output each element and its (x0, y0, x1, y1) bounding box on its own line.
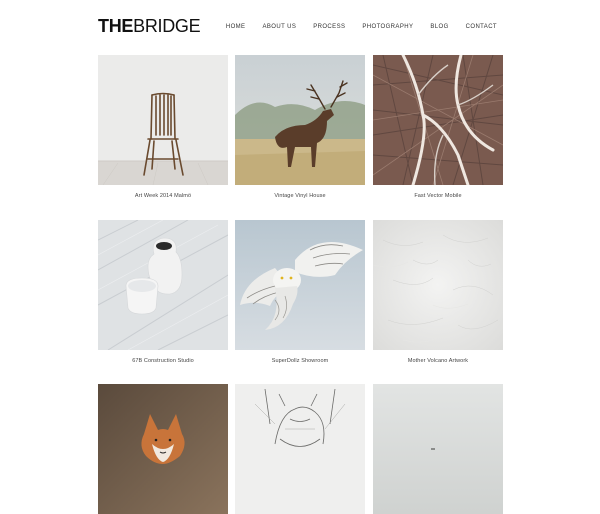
logo-bold-text: THE (98, 16, 134, 36)
snowy-owl-photo[interactable] (235, 220, 365, 350)
portfolio-item[interactable] (98, 384, 228, 514)
portfolio-caption: Fast Vector Mobile (414, 193, 462, 199)
portfolio-item[interactable]: Art Week 2014 Malmö (98, 55, 228, 199)
misty-landscape-photo[interactable] (373, 384, 503, 514)
portfolio-item[interactable] (235, 384, 365, 514)
nav-process[interactable]: PROCESS (313, 24, 345, 30)
deer-photo[interactable] (235, 55, 365, 185)
portfolio-item[interactable]: Vintage Vinyl House (235, 55, 365, 199)
white-vases-photo[interactable] (98, 220, 228, 350)
portfolio-item[interactable]: SuperDollz Showroom (235, 220, 365, 364)
site-logo[interactable]: THEBRIDGE (98, 16, 201, 37)
portfolio-item[interactable]: 67B Construction Studio (98, 220, 228, 364)
nav-home[interactable]: HOME (226, 24, 246, 30)
portfolio-caption: Vintage Vinyl House (274, 193, 326, 199)
nav-about-us[interactable]: ABOUT US (262, 24, 296, 30)
nav-photography[interactable]: PHOTOGRAPHY (362, 24, 413, 30)
nav-blog[interactable]: BLOG (430, 24, 448, 30)
nav-contact[interactable]: CONTACT (466, 24, 497, 30)
portfolio-item[interactable]: Fast Vector Mobile (373, 55, 503, 199)
portfolio-item[interactable] (373, 384, 503, 514)
site-header: THEBRIDGE HOME ABOUT US PROCESS PHOTOGRA… (0, 0, 600, 56)
portfolio-caption: Art Week 2014 Malmö (134, 193, 192, 199)
white-texture-photo[interactable] (373, 220, 503, 350)
branches-photo[interactable] (373, 55, 503, 185)
portfolio-item[interactable]: Mother Volcano Artwork (373, 220, 503, 364)
portfolio-caption: Mother Volcano Artwork (407, 358, 469, 364)
fox-photo[interactable] (98, 384, 228, 514)
logo-light-text: BRIDGE (133, 16, 201, 36)
portfolio-caption: 67B Construction Studio (132, 358, 194, 364)
portfolio-caption: SuperDollz Showroom (271, 358, 329, 364)
sketch-animal-photo[interactable] (235, 384, 365, 514)
wooden-chair-photo[interactable] (98, 55, 228, 185)
main-nav: HOME ABOUT US PROCESS PHOTOGRAPHY BLOG C… (209, 24, 497, 30)
